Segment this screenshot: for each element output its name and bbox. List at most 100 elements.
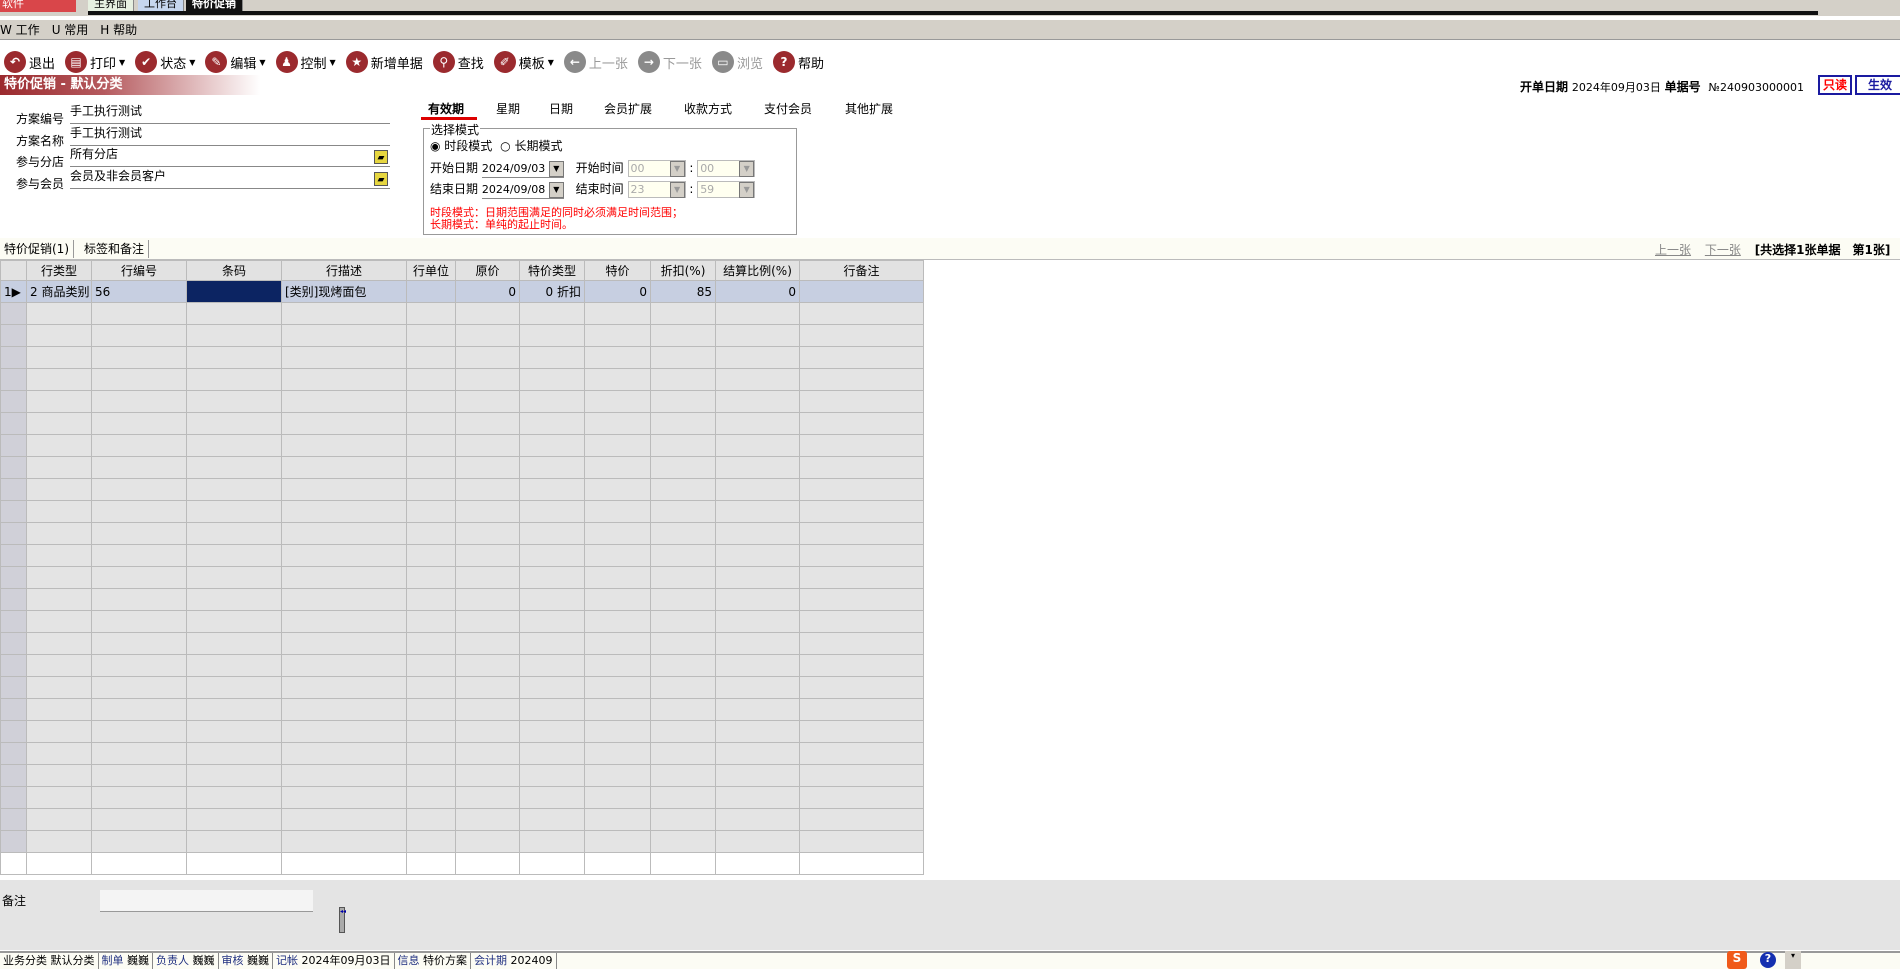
remark-input[interactable] xyxy=(100,890,313,912)
grid-cell[interactable] xyxy=(650,500,716,523)
grid-cell[interactable] xyxy=(26,786,92,809)
grid-cell[interactable] xyxy=(584,566,651,589)
grid-cell[interactable] xyxy=(26,412,92,435)
tab-5[interactable]: 支付会员 xyxy=(764,100,812,120)
grid-cell[interactable] xyxy=(91,566,187,589)
grid-cell[interactable] xyxy=(584,456,651,479)
grid-cell[interactable] xyxy=(650,412,716,435)
grid-cell[interactable] xyxy=(584,830,651,853)
grid-cell[interactable] xyxy=(455,500,520,523)
grid-cell[interactable] xyxy=(584,698,651,721)
end-hour-select[interactable]: 23 ▼ xyxy=(627,181,686,198)
grid-cell[interactable] xyxy=(281,654,407,677)
toolbar-button-4[interactable]: ♟ 控制 ▼ xyxy=(275,51,336,73)
grid-cell[interactable] xyxy=(455,456,520,479)
grid-cell[interactable]: 56 xyxy=(91,280,187,303)
grid-cell[interactable] xyxy=(186,830,282,853)
grid-cell[interactable] xyxy=(455,588,520,611)
grid-cell[interactable] xyxy=(281,742,407,765)
grid-cell[interactable] xyxy=(91,632,187,655)
column-header[interactable]: 条码 xyxy=(186,260,282,281)
column-header[interactable]: 行类型 xyxy=(26,260,92,281)
form-field[interactable]: 手工执行测试 xyxy=(70,104,390,124)
grid-cell[interactable] xyxy=(650,302,716,325)
grid-cell[interactable] xyxy=(186,390,282,413)
grid-cell[interactable] xyxy=(91,302,187,325)
grid-cell[interactable] xyxy=(715,852,800,875)
grid-cell[interactable] xyxy=(799,522,924,545)
table-row[interactable] xyxy=(0,324,924,347)
grid-cell[interactable] xyxy=(799,610,924,633)
toolbar-button-2[interactable]: ✔ 状态 ▼ xyxy=(135,51,195,73)
grid-cell[interactable] xyxy=(26,324,92,347)
grid-cell[interactable] xyxy=(584,478,651,501)
menu-common[interactable]: U 常用 xyxy=(52,23,89,37)
row-header[interactable]: 1▶ xyxy=(0,280,27,303)
grid-cell[interactable] xyxy=(715,324,800,347)
grid-cell[interactable] xyxy=(584,720,651,743)
grid-cell[interactable] xyxy=(519,852,585,875)
table-row[interactable] xyxy=(0,676,924,699)
grid-cell[interactable] xyxy=(406,654,456,677)
table-row[interactable] xyxy=(0,742,924,765)
grid-cell[interactable] xyxy=(26,478,92,501)
table-row[interactable]: 1▶ 2 商品类别 56 [类别]现烤面包 0 0 折扣 0 85 0 xyxy=(0,280,924,303)
grid-cell[interactable] xyxy=(91,610,187,633)
grid-cell[interactable] xyxy=(406,522,456,545)
app-menu-button[interactable]: 软件 xyxy=(0,0,76,12)
grid-cell[interactable] xyxy=(715,786,800,809)
grid-cell[interactable] xyxy=(186,588,282,611)
row-header[interactable] xyxy=(0,786,27,809)
grid-cell[interactable] xyxy=(281,324,407,347)
table-row[interactable] xyxy=(0,632,924,655)
grid-cell[interactable] xyxy=(519,522,585,545)
grid-cell[interactable] xyxy=(455,412,520,435)
table-row[interactable] xyxy=(0,566,924,589)
grid-cell[interactable] xyxy=(799,588,924,611)
grid-cell[interactable] xyxy=(519,720,585,743)
table-row[interactable] xyxy=(0,412,924,435)
grid-cell[interactable] xyxy=(26,434,92,457)
grid-cell[interactable] xyxy=(650,324,716,347)
grid-cell[interactable] xyxy=(519,610,585,633)
table-row[interactable] xyxy=(0,852,924,875)
grid-cell[interactable] xyxy=(455,808,520,831)
grid-cell[interactable] xyxy=(584,676,651,699)
grid-cell[interactable] xyxy=(799,346,924,369)
grid-cell[interactable] xyxy=(91,852,187,875)
row-header[interactable] xyxy=(0,346,27,369)
row-header[interactable] xyxy=(0,390,27,413)
table-row[interactable] xyxy=(0,368,924,391)
grid-cell[interactable]: 0 xyxy=(455,280,520,303)
grid-cell[interactable] xyxy=(406,412,456,435)
grid-cell[interactable] xyxy=(406,500,456,523)
grid-cell[interactable] xyxy=(186,808,282,831)
grid-cell[interactable] xyxy=(715,434,800,457)
grid-cell[interactable] xyxy=(650,434,716,457)
grid-cell[interactable] xyxy=(519,478,585,501)
grid-cell[interactable] xyxy=(186,368,282,391)
column-header[interactable]: 结算比例(%) xyxy=(715,260,800,281)
grid-cell[interactable] xyxy=(186,522,282,545)
grid-cell[interactable] xyxy=(26,830,92,853)
toolbar-button-3[interactable]: ✎ 编辑 ▼ xyxy=(205,51,266,73)
row-header[interactable] xyxy=(0,852,27,875)
tab-1[interactable]: 星期 xyxy=(496,100,520,120)
grid-cell[interactable] xyxy=(650,368,716,391)
grid-cell[interactable] xyxy=(715,720,800,743)
toolbar-button-9[interactable]: → 下一张 xyxy=(637,51,702,73)
dropdown-arrow-icon[interactable]: ▼ xyxy=(189,58,195,67)
grid-cell[interactable] xyxy=(186,324,282,347)
grid-cell[interactable] xyxy=(584,588,651,611)
grid-cell[interactable] xyxy=(519,632,585,655)
grid-cell[interactable] xyxy=(650,720,716,743)
grid-cell[interactable] xyxy=(799,786,924,809)
folder-icon[interactable]: ▰ xyxy=(374,150,388,164)
grid-cell[interactable] xyxy=(406,544,456,567)
grid-cell[interactable] xyxy=(281,346,407,369)
row-header[interactable] xyxy=(0,522,27,545)
grid-cell[interactable] xyxy=(281,720,407,743)
grid-cell[interactable] xyxy=(455,764,520,787)
ime-icon[interactable]: S xyxy=(1727,951,1747,969)
grid-cell[interactable] xyxy=(186,720,282,743)
